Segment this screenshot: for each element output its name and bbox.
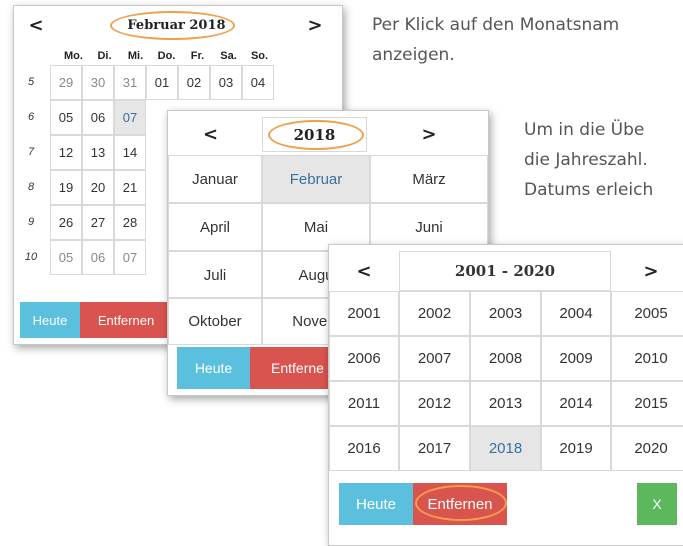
doc-text-line-4: die Jahreszahl. <box>524 150 648 170</box>
month-cell[interactable]: Oktober <box>168 297 262 345</box>
day-cell[interactable]: 14 <box>114 135 146 170</box>
year-cell[interactable]: 2002 <box>399 291 470 336</box>
year-cell[interactable]: 2004 <box>541 291 611 336</box>
year-cell[interactable]: 2003 <box>470 291 541 336</box>
doc-text-line-1: Per Klick auf den Monatsnam <box>372 15 620 35</box>
year-close-button[interactable]: X <box>637 483 677 525</box>
year-cell[interactable]: 2014 <box>541 381 611 426</box>
doc-text-line-5: Datums erleich <box>524 180 654 200</box>
doc-text-line-2: anzeigen. <box>372 45 455 65</box>
month-cell[interactable]: Januar <box>168 155 262 203</box>
year-cell[interactable]: 2009 <box>541 336 611 381</box>
month-cell[interactable]: Juli <box>168 251 262 299</box>
month-cell[interactable]: März <box>370 155 488 203</box>
week-number: 7 <box>27 146 35 158</box>
week-number: 9 <box>27 216 35 228</box>
day-cell[interactable]: 31 <box>114 65 146 100</box>
year-cell[interactable]: 2008 <box>470 336 541 381</box>
day-cell[interactable]: 06 <box>82 100 114 135</box>
year-cell[interactable]: 2011 <box>329 381 399 426</box>
doc-text-line-3: Um in die Übe <box>524 120 645 140</box>
day-cell[interactable]: 12 <box>50 135 82 170</box>
year-cell[interactable]: 2017 <box>399 426 470 471</box>
month-today-button[interactable]: Heute <box>177 347 250 389</box>
day-cell[interactable]: 01 <box>146 65 178 100</box>
year-today-button[interactable]: Heute <box>339 483 413 525</box>
year-cell[interactable]: 2020 <box>611 426 683 471</box>
week-number: 10 <box>24 251 38 263</box>
year-picker-panel: < 2001 - 2020 > 2001 2002 2003 2004 2005 2006… <box>328 244 683 546</box>
year-cell[interactable]: 2010 <box>611 336 683 381</box>
day-cell[interactable]: 07 <box>114 100 146 135</box>
month-cell[interactable]: April <box>168 203 262 251</box>
day-cell[interactable]: 03 <box>210 65 242 100</box>
day-cell[interactable]: 04 <box>242 65 274 100</box>
day-cell[interactable]: 07 <box>114 240 146 275</box>
day-today-button[interactable]: Heute <box>20 302 80 338</box>
year-cell[interactable]: 2013 <box>470 381 541 426</box>
year-cell[interactable]: 2012 <box>399 381 470 426</box>
day-cell[interactable]: 29 <box>50 65 82 100</box>
day-cell[interactable]: 13 <box>82 135 114 170</box>
year-cell[interactable]: 2006 <box>329 336 399 381</box>
year-cell[interactable]: 2005 <box>611 291 683 336</box>
year-clear-button[interactable]: Entfernen <box>413 483 507 525</box>
year-cell[interactable]: 2018 <box>470 426 541 471</box>
day-cell[interactable]: 21 <box>114 170 146 205</box>
day-cell[interactable]: 30 <box>82 65 114 100</box>
week-number: 8 <box>27 181 35 193</box>
day-cell[interactable]: 26 <box>50 205 82 240</box>
year-cell[interactable]: 2015 <box>611 381 683 426</box>
day-cell[interactable]: 05 <box>50 100 82 135</box>
day-cell[interactable]: 06 <box>82 240 114 275</box>
week-number: 6 <box>27 111 35 123</box>
day-cell[interactable]: 27 <box>82 205 114 240</box>
week-number: 5 <box>27 76 35 88</box>
year-grid: 2001 2002 2003 2004 2005 2006 2007 2008 2009 2010… <box>329 245 683 475</box>
year-cell[interactable]: 2016 <box>329 426 399 471</box>
day-cell[interactable]: 05 <box>50 240 82 275</box>
month-cell[interactable]: Februar <box>262 155 370 203</box>
day-cell[interactable]: 20 <box>82 170 114 205</box>
year-cell[interactable]: 2007 <box>399 336 470 381</box>
day-cell[interactable]: 02 <box>178 65 210 100</box>
day-cell[interactable]: 19 <box>50 170 82 205</box>
day-cell[interactable]: 28 <box>114 205 146 240</box>
day-clear-button[interactable]: Entfernen <box>80 302 172 338</box>
year-cell[interactable]: 2001 <box>329 291 399 336</box>
year-cell[interactable]: 2019 <box>541 426 611 471</box>
